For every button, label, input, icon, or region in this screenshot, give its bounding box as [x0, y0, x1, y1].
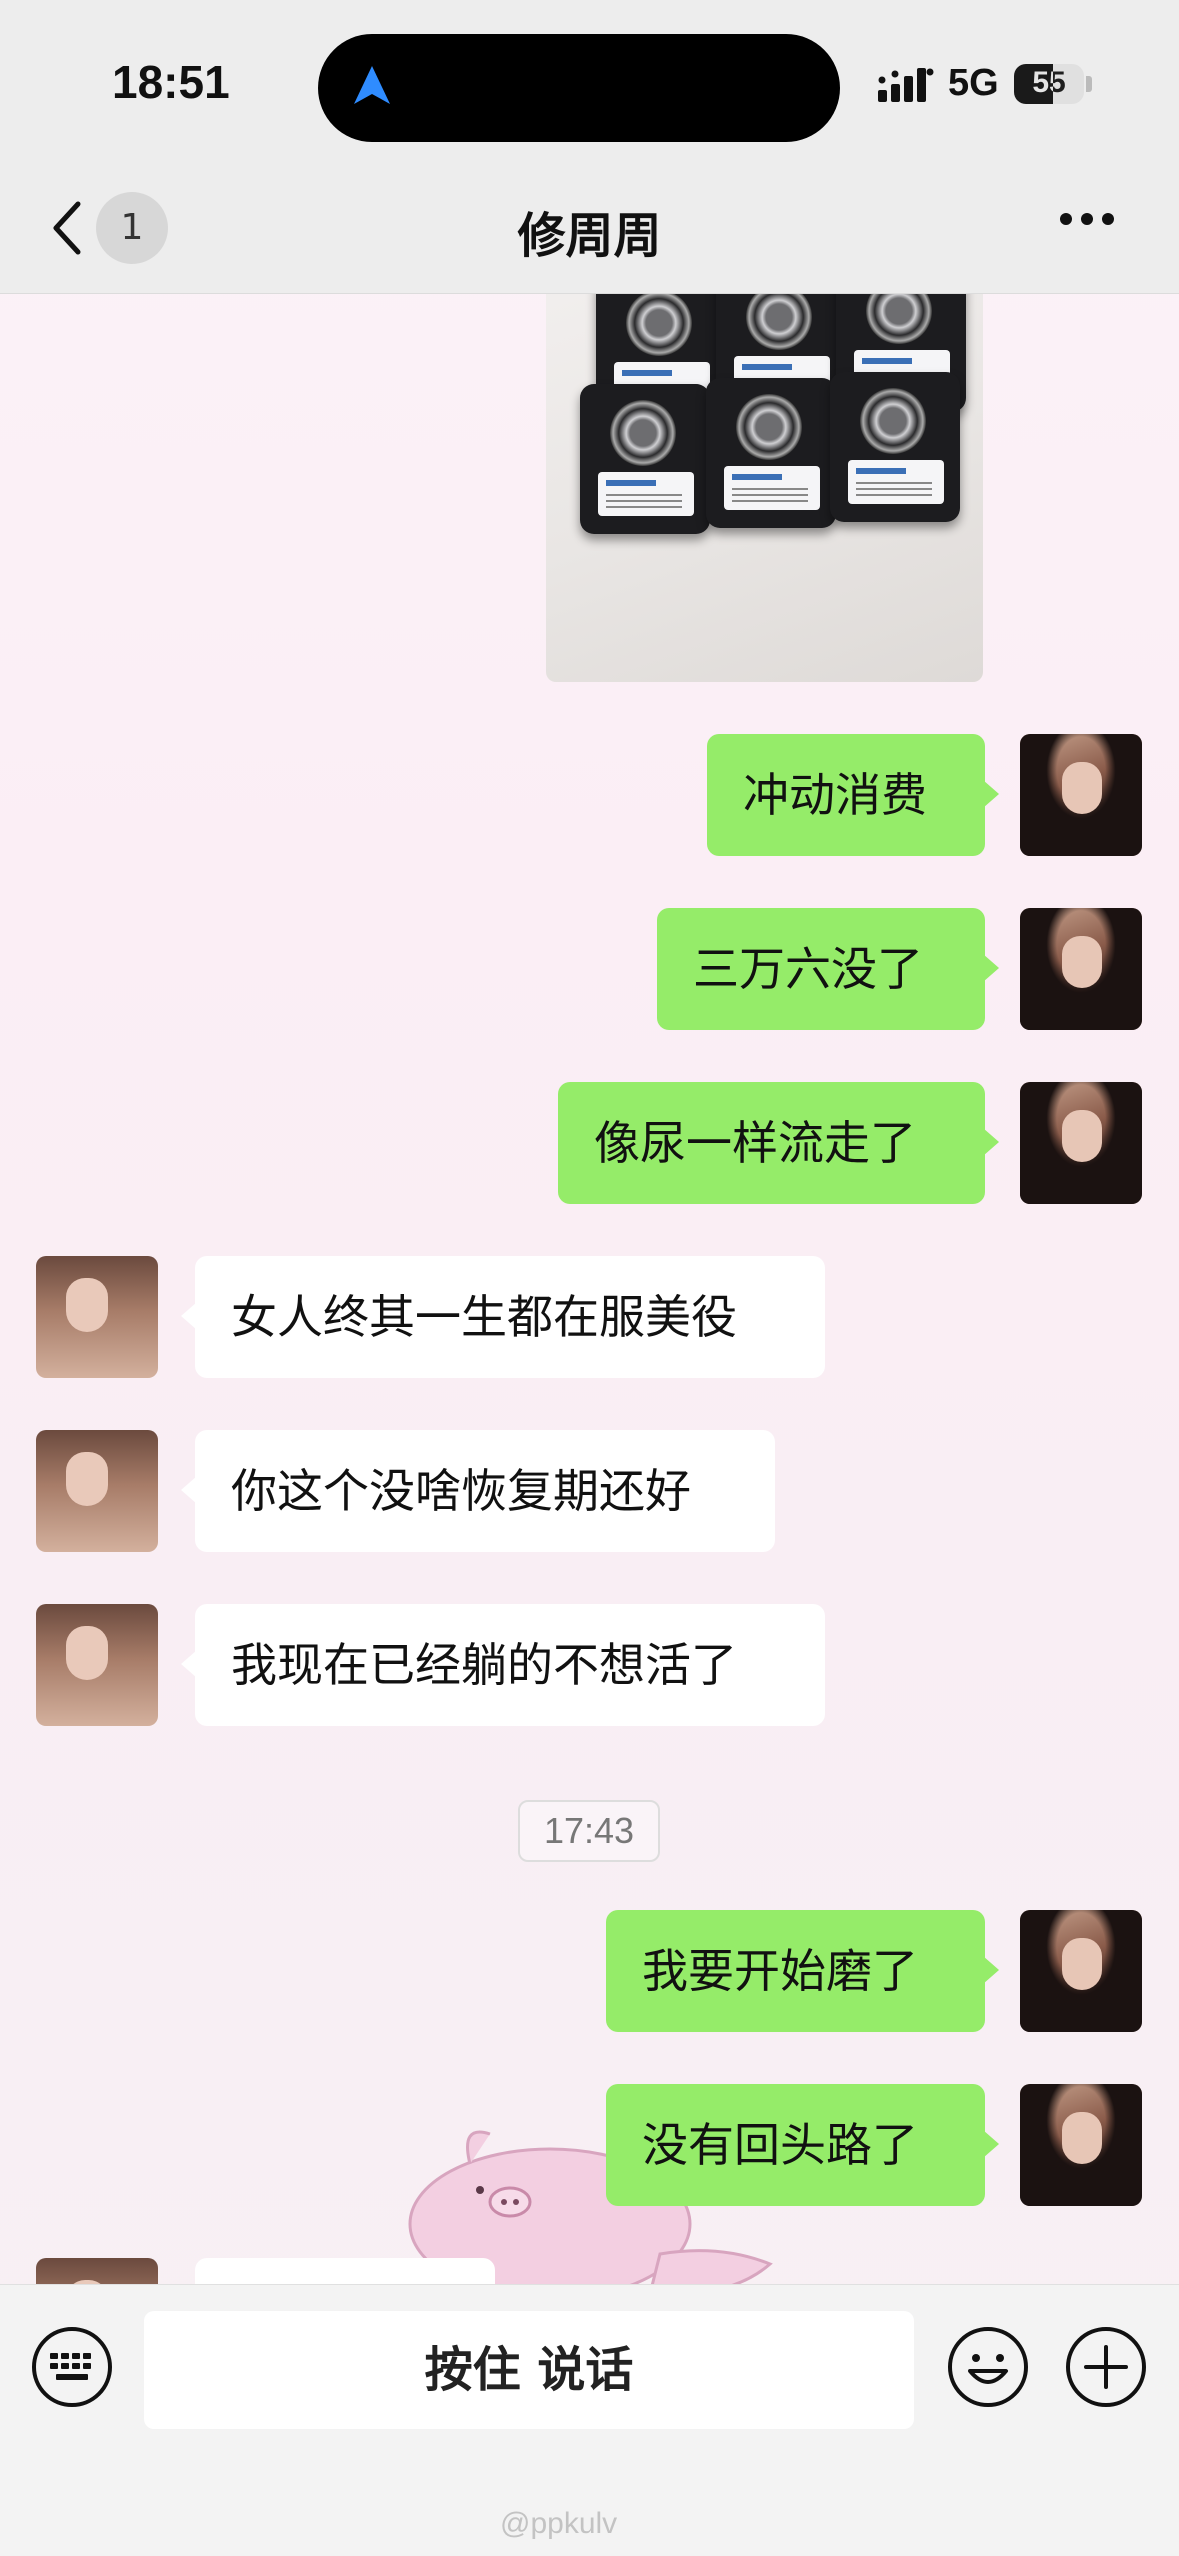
dynamic-island [318, 34, 840, 142]
incoming-message-partial[interactable] [195, 2258, 495, 2284]
outgoing-message[interactable]: 没有回头路了 [606, 2084, 999, 2206]
product-box-image [830, 372, 960, 522]
battery-tip [1086, 76, 1092, 92]
network-type: 5G [948, 62, 999, 104]
time-divider: 17:43 [518, 1800, 660, 1862]
battery-icon: 55 [1014, 64, 1084, 104]
contact-avatar[interactable] [36, 2258, 158, 2284]
image-message[interactable] [546, 294, 983, 682]
my-avatar[interactable] [1020, 734, 1142, 856]
navigation-arrow-icon [354, 66, 390, 104]
watermark: @ppkulv [500, 2507, 618, 2540]
my-avatar[interactable] [1020, 1910, 1142, 2032]
chat-title: 修周周 [517, 208, 662, 264]
product-box-image [580, 384, 710, 534]
contact-avatar[interactable] [36, 1430, 158, 1552]
status-time: 18:51 [112, 56, 230, 108]
my-avatar[interactable] [1020, 2084, 1142, 2206]
more-dots-icon [1060, 213, 1072, 225]
outgoing-message[interactable]: 我要开始磨了 [606, 1910, 999, 2032]
more-button[interactable] [1060, 210, 1130, 244]
my-avatar[interactable] [1020, 908, 1142, 1030]
keyboard-icon[interactable] [30, 2325, 114, 2409]
outgoing-message[interactable]: 三万六没了 [657, 908, 999, 1030]
plus-icon[interactable] [1064, 2325, 1148, 2409]
message-list[interactable]: 冲动消费 三万六没了 像尿一样流走了 女人终其一生都在服美役 你这个没啥恢复期还… [0, 294, 1179, 2284]
signal-icon [878, 68, 934, 102]
contact-avatar[interactable] [36, 1604, 158, 1726]
incoming-message[interactable]: 你这个没啥恢复期还好 [181, 1430, 775, 1552]
product-box-image [706, 378, 836, 528]
outgoing-message[interactable]: 冲动消费 [707, 734, 999, 856]
input-bar: 按住 说话 @ppkulv [0, 2284, 1179, 2556]
incoming-message[interactable]: 我现在已经躺的不想活了 [181, 1604, 825, 1726]
emoji-icon[interactable] [946, 2325, 1030, 2409]
my-avatar[interactable] [1020, 1082, 1142, 1204]
hold-to-talk-button[interactable]: 按住 说话 [144, 2311, 914, 2429]
incoming-message[interactable]: 女人终其一生都在服美役 [181, 1256, 825, 1378]
top-bar: 18:51 5G 55 1 修周周 [0, 0, 1179, 294]
contact-avatar[interactable] [36, 1256, 158, 1378]
battery-percent: 55 [1032, 66, 1066, 99]
outgoing-message[interactable]: 像尿一样流走了 [558, 1082, 999, 1204]
